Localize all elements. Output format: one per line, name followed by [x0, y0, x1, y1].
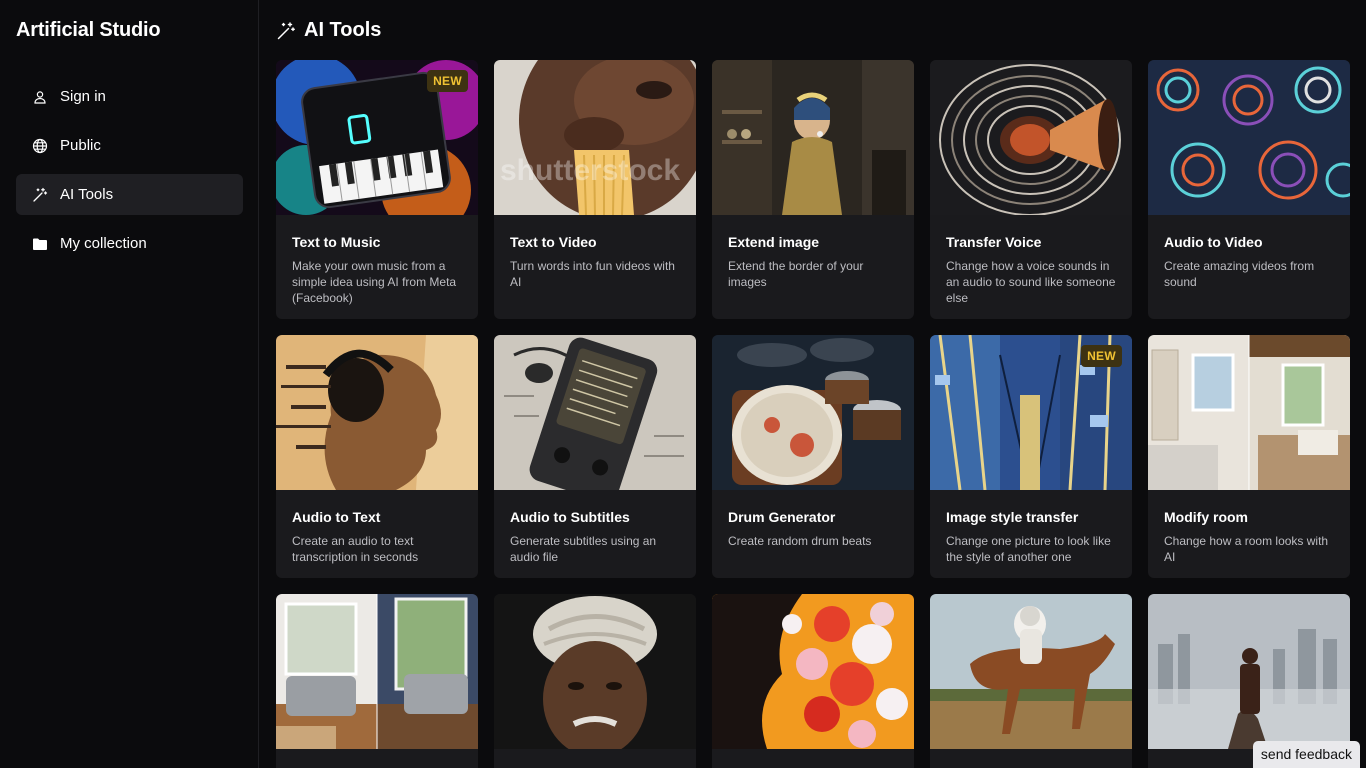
card-image — [1148, 335, 1350, 490]
card-description: Create random drum beats — [728, 534, 872, 548]
user-icon — [32, 89, 48, 105]
card-description: Create amazing videos from sound — [1164, 259, 1315, 289]
tool-card-extend-image[interactable]: Extend image Extend the border of your i… — [712, 60, 914, 319]
card-image: shutterstock — [494, 60, 696, 215]
tool-card-modify-room[interactable]: Modify room Change how a room looks with… — [1148, 335, 1350, 578]
sidebar-item-sign-in[interactable]: Sign in — [16, 76, 243, 117]
card-description: Turn words into fun videos with AI — [510, 259, 675, 289]
new-badge: NEW — [1081, 345, 1122, 367]
page-title: AI Tools — [304, 19, 382, 41]
card-image — [712, 60, 914, 215]
card-description: Generate subtitles using an audio file — [510, 534, 657, 564]
send-feedback-button[interactable]: send feedback — [1252, 741, 1360, 768]
card-description: Make your own music from a simple idea u… — [292, 259, 457, 305]
tool-card[interactable] — [494, 594, 696, 768]
tool-card-text-to-video[interactable]: shutterstock Text to Video Turn words in… — [494, 60, 696, 319]
card-image — [712, 335, 914, 490]
card-image — [930, 60, 1132, 215]
main-content: AI Tools NEW Text to Music Make your own… — [260, 0, 1366, 768]
card-image — [930, 594, 1132, 749]
card-title: Audio to Text — [292, 509, 381, 525]
sidebar-item-my-collection[interactable]: My collection — [16, 223, 243, 264]
card-description: Extend the border of your images — [728, 259, 864, 289]
tool-card[interactable] — [712, 594, 914, 768]
folder-icon — [32, 236, 48, 252]
sidebar-item-label: AI Tools — [60, 186, 114, 203]
card-description: Change how a room looks with AI — [1164, 534, 1329, 564]
card-image — [712, 594, 914, 749]
card-image — [494, 335, 696, 490]
card-title: Extend image — [728, 234, 820, 250]
card-title: Modify room — [1164, 509, 1248, 525]
tool-card-image-style-transfer[interactable]: NEW Image style transfer Change one pict… — [930, 335, 1132, 578]
globe-icon — [32, 138, 48, 154]
sidebar-item-label: Sign in — [60, 88, 106, 105]
card-title: Image style transfer — [946, 509, 1079, 525]
tool-card-audio-to-video[interactable]: Audio to Video Create amazing videos fro… — [1148, 60, 1350, 319]
magic-wand-icon — [276, 21, 296, 41]
card-image: NEW — [930, 335, 1132, 490]
card-title: Text to Music — [292, 234, 381, 250]
sidebar-nav: Sign in Public AI Tools My collection — [16, 76, 243, 272]
card-image — [276, 594, 478, 749]
card-image — [276, 335, 478, 490]
card-image: NEW — [276, 60, 478, 215]
card-image — [1148, 60, 1350, 215]
tool-card-text-to-music[interactable]: NEW Text to Music Make your own music fr… — [276, 60, 478, 319]
sidebar: Artificial Studio Sign in Public AI Tool… — [0, 0, 259, 768]
tool-card-audio-to-text[interactable]: Audio to Text Create an audio to text tr… — [276, 335, 478, 578]
card-image — [494, 594, 696, 749]
card-description: Change one picture to look like the styl… — [946, 534, 1111, 564]
card-image — [1148, 594, 1350, 749]
sidebar-item-label: Public — [60, 137, 101, 154]
card-description: Create an audio to text transcription in… — [292, 534, 419, 564]
card-title: Audio to Video — [1164, 234, 1263, 250]
sidebar-item-ai-tools[interactable]: AI Tools — [16, 174, 243, 215]
svg-text:shutterstock: shutterstock — [500, 154, 680, 187]
tool-card-drum-generator[interactable]: Drum Generator Create random drum beats — [712, 335, 914, 578]
card-title: Drum Generator — [728, 509, 836, 525]
tool-card[interactable] — [276, 594, 478, 768]
card-description: Change how a voice sounds in an audio to… — [946, 259, 1116, 305]
sidebar-item-public[interactable]: Public — [16, 125, 243, 166]
sidebar-item-label: My collection — [60, 235, 147, 252]
tool-card-audio-to-subtitles[interactable]: Audio to Subtitles Generate subtitles us… — [494, 335, 696, 578]
card-title: Audio to Subtitles — [510, 509, 630, 525]
card-title: Text to Video — [510, 234, 597, 250]
app-title[interactable]: Artificial Studio — [16, 19, 161, 42]
tool-card[interactable] — [930, 594, 1132, 768]
card-title: Transfer Voice — [946, 234, 1042, 250]
new-badge: NEW — [427, 70, 468, 92]
page-header: AI Tools — [276, 19, 381, 42]
tools-grid: NEW Text to Music Make your own music fr… — [276, 60, 1350, 768]
tool-card-transfer-voice[interactable]: Transfer Voice Change how a voice sounds… — [930, 60, 1132, 319]
magic-wand-icon — [32, 187, 48, 203]
